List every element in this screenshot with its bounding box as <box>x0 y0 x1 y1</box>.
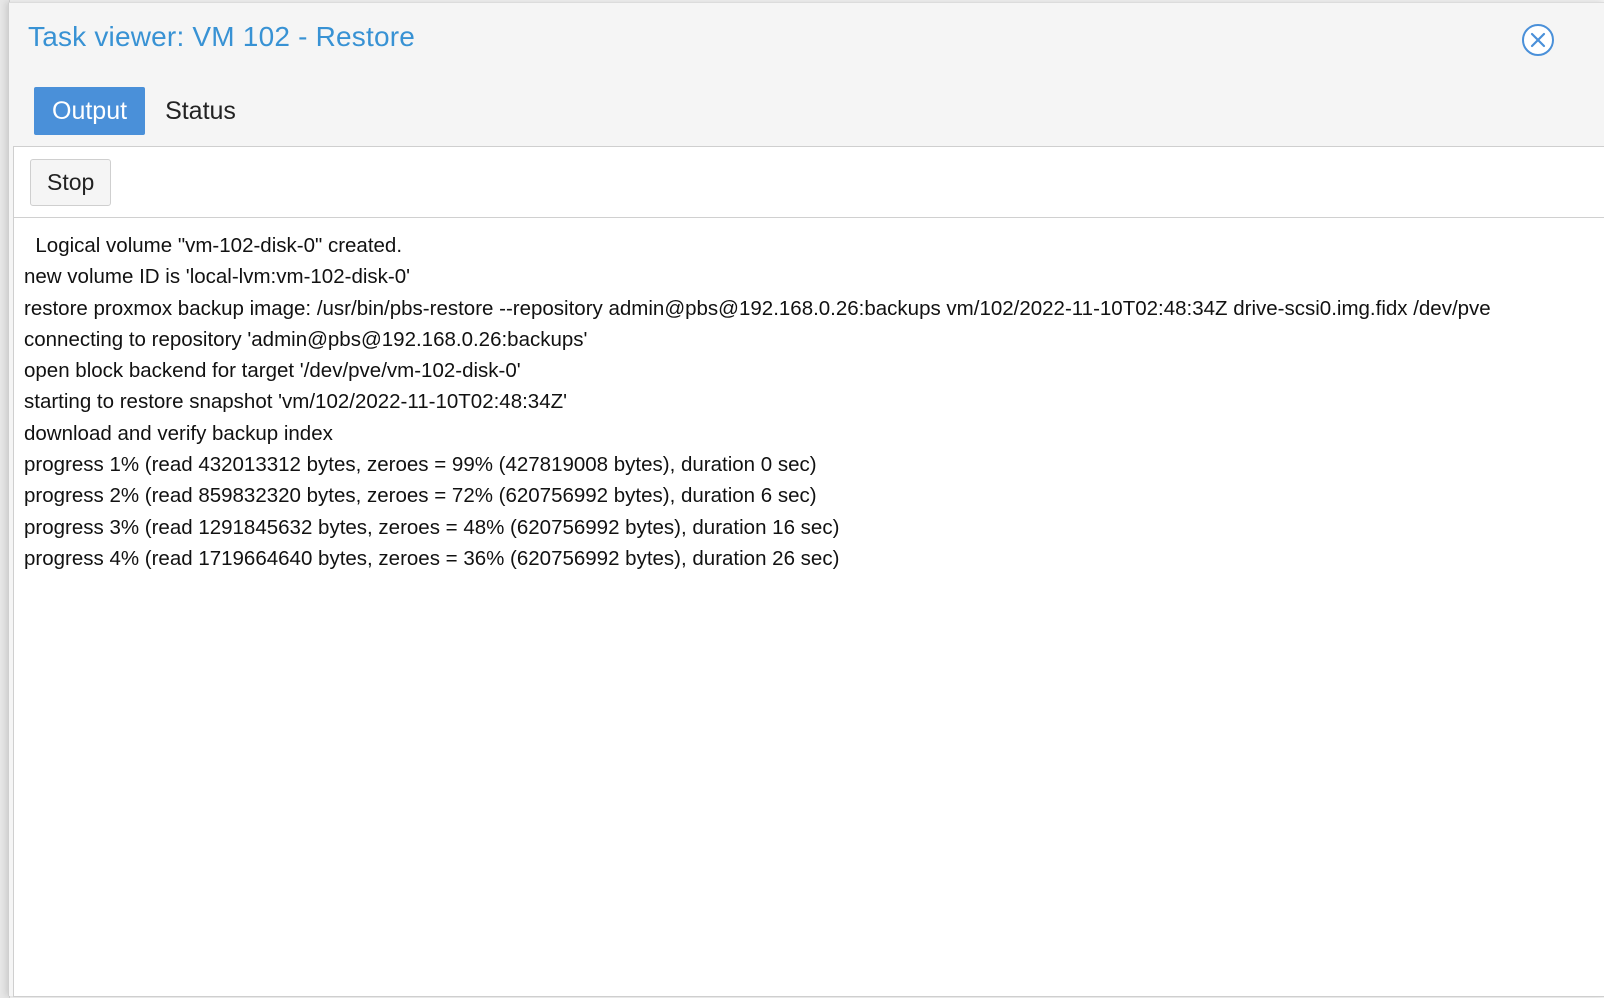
task-log[interactable]: Logical volume "vm-102-disk-0" created. … <box>14 219 1604 996</box>
log-line: open block backend for target '/dev/pve/… <box>24 359 521 383</box>
output-panel: Stop Logical volume "vm-102-disk-0" crea… <box>13 146 1604 997</box>
log-line: restore proxmox backup image: /usr/bin/p… <box>24 296 1491 320</box>
log-line: progress 3% (read 1291845632 bytes, zero… <box>24 515 840 539</box>
log-line: download and verify backup index <box>24 421 333 445</box>
log-line: progress 2% (read 859832320 bytes, zeroe… <box>24 484 817 508</box>
tab-status[interactable]: Status <box>147 87 254 135</box>
close-icon[interactable] <box>1521 23 1555 57</box>
log-line: connecting to repository 'admin@pbs@192.… <box>24 327 588 351</box>
tab-output[interactable]: Output <box>34 87 146 135</box>
log-line: starting to restore snapshot 'vm/102/202… <box>24 390 568 414</box>
task-viewer-window: Task viewer: VM 102 - Restore Output Sta… <box>8 2 1604 997</box>
log-line: progress 1% (read 432013312 bytes, zeroe… <box>24 453 817 477</box>
stop-button[interactable]: Stop <box>30 159 112 206</box>
window-title: Task viewer: VM 102 - Restore <box>28 21 416 52</box>
log-line: new volume ID is 'local-lvm:vm-102-disk-… <box>24 265 411 289</box>
tab-bar: Output Status <box>34 87 256 135</box>
log-line: progress 4% (read 1719664640 bytes, zero… <box>24 546 840 570</box>
toolbar: Stop <box>14 147 1604 218</box>
log-line: Logical volume "vm-102-disk-0" created. <box>24 234 403 257</box>
